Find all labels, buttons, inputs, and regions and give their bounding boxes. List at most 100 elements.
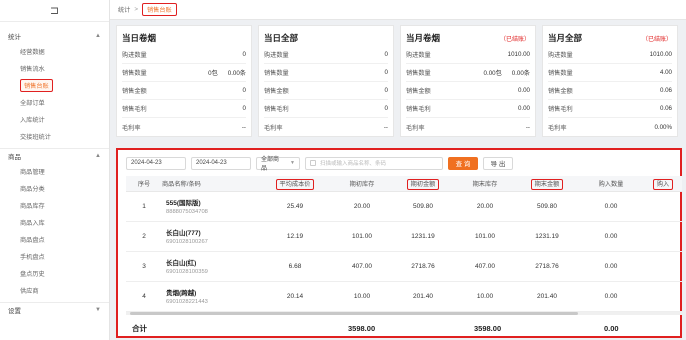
stat-value: 0 xyxy=(384,87,388,94)
card-stat-row: 购进数量 1010.00 xyxy=(548,46,672,64)
product-cell: 长白山(红) 6901028100359 xyxy=(162,251,258,282)
end-date-value: 2024-04-23 xyxy=(196,160,227,166)
stat-values: 1010.00 xyxy=(508,51,530,58)
table-row[interactable]: 4 贵烟(跨越) 6901028221443 20.14 10.00 201.40 10.0… xyxy=(126,281,682,312)
sidebar-section[interactable]: 商品 ▲ xyxy=(0,148,109,163)
sidebar-item-label: 销售台账 xyxy=(20,79,53,92)
totals-label: 合计 xyxy=(132,323,147,333)
sidebar-item[interactable]: 盘点历史 xyxy=(0,265,109,282)
column-header-label: 期末金额 xyxy=(530,178,564,190)
stat-values: 0.06 xyxy=(660,105,672,112)
ledger-table: 序号 商品名称/条码 平均成本价 期初库存 期初金额 期末库存 期末金额 购入数量 购入 1 55… xyxy=(126,176,682,312)
stat-values: -- xyxy=(526,124,530,131)
sidebar-item-label: 全部订单 xyxy=(20,100,45,107)
stat-value: 0.06 xyxy=(659,105,672,112)
chevron-icon: ▼ xyxy=(95,307,101,313)
row-index: 3 xyxy=(126,251,162,282)
sidebar-item[interactable]: 供应商 xyxy=(0,282,109,299)
stat-value: 0 xyxy=(242,51,246,58)
cell-close-amt: 509.80 xyxy=(516,191,578,222)
sidebar-item-label: 经营数据 xyxy=(20,49,45,56)
search-input[interactable]: 扫描或输入商品名称、条码 xyxy=(305,156,443,170)
summary-card: 当日卷烟 购进数量 0 销售数量 0包 0.00条 销售金额 0 销售毛利 0 毛利率 -- xyxy=(116,25,252,137)
sidebar-item[interactable]: 销售台账 xyxy=(0,77,109,94)
category-select[interactable]: 全部商品 ▼ xyxy=(256,156,300,172)
table-row[interactable]: 2 长白山(777) 6901028100267 12.19 101.00 1231.19… xyxy=(126,221,682,252)
stat-value: 0.00 xyxy=(517,87,530,94)
stat-values: 0 xyxy=(243,51,246,58)
product-cell: 长白山(777) 6901028100267 xyxy=(162,221,258,252)
cell-truncated xyxy=(644,221,682,252)
table-row[interactable]: 1 555(国际版) 8888075034708 25.49 20.00 509.80 20… xyxy=(126,191,682,222)
sidebar-item-label: 供应商 xyxy=(20,288,39,295)
stat-label: 购进数量 xyxy=(406,52,431,59)
sidebar-item-label: 销售流水 xyxy=(20,66,45,73)
sidebar-item[interactable]: 入库统计 xyxy=(0,111,109,128)
sidebar-section[interactable]: 设置 ▼ xyxy=(0,302,109,317)
stat-label: 毛利率 xyxy=(548,124,567,132)
cell-open-stock: 20.00 xyxy=(332,191,392,222)
stat-value: 0.00条 xyxy=(227,70,246,77)
sidebar-item[interactable]: 商品库存 xyxy=(0,197,109,214)
sidebar-item[interactable]: 商品分类 xyxy=(0,180,109,197)
sidebar-item[interactable]: 交接班统计 xyxy=(0,128,109,145)
sidebar-section[interactable]: 统计 ▲ xyxy=(0,28,109,43)
stat-value: 0.00% xyxy=(654,123,672,131)
sidebar-item[interactable]: 经营数据 xyxy=(0,43,109,60)
cell-open-stock: 101.00 xyxy=(332,221,392,252)
horizontal-scrollbar[interactable] xyxy=(126,311,682,316)
stat-values: 4.00 xyxy=(660,69,672,76)
stat-label: 毛利率 xyxy=(406,124,425,132)
card-stat-row: 销售毛利 0.00 xyxy=(406,100,530,118)
sidebar-item[interactable]: 销售流水 xyxy=(0,60,109,77)
sidebar: ⊐ 统计 ▲ 经营数据销售流水销售台账全部订单入库统计 交接班统计商品 ▲ 商品管理 商品分… xyxy=(0,0,110,340)
cell-avg-cost: 12.19 xyxy=(258,221,332,252)
breadcrumb-current-tab[interactable]: 销售台账 xyxy=(142,3,177,16)
sidebar-item[interactable]: 全部订单 xyxy=(0,94,109,111)
row-index: 2 xyxy=(126,221,162,252)
query-button[interactable]: 查 询 xyxy=(448,156,478,170)
cell-open-stock: 10.00 xyxy=(332,281,392,312)
column-header-label: 期初库存 xyxy=(349,180,375,188)
sidebar-item[interactable]: 手机盘点 xyxy=(0,248,109,265)
cell-truncated xyxy=(644,191,682,222)
stat-value: 0.06 xyxy=(659,87,672,94)
sidebar-item[interactable]: 商品入库 xyxy=(0,214,109,231)
sidebar-item[interactable]: 商品盘点 xyxy=(0,231,109,248)
stat-value: -- xyxy=(525,123,530,131)
stat-value: -- xyxy=(241,123,246,131)
cell-close-amt: 201.40 xyxy=(516,281,578,312)
stat-label: 销售数量 xyxy=(548,70,573,77)
end-date-picker[interactable]: 2024-04-23 xyxy=(191,156,251,170)
stat-values: 0.06 xyxy=(660,87,672,94)
start-date-picker[interactable]: 2024-04-23 xyxy=(126,156,186,170)
breadcrumb-separator: > xyxy=(134,6,138,13)
stat-label: 销售金额 xyxy=(264,88,289,95)
collapse-menu-icon[interactable]: ⊐ xyxy=(0,0,109,22)
column-header: 平均成本价 xyxy=(258,176,332,192)
table-body: 1 555(国际版) 8888075034708 25.49 20.00 509.80 20… xyxy=(126,191,682,312)
card-title-text: 当月卷烟 xyxy=(406,33,441,43)
stat-label: 销售毛利 xyxy=(548,106,573,113)
sidebar-section-label: 商品 xyxy=(8,154,21,161)
product-cell: 贵烟(跨越) 6901028221443 xyxy=(162,281,258,312)
stat-label: 销售金额 xyxy=(548,88,573,95)
table-row[interactable]: 3 长白山(红) 6901028100359 6.68 407.00 2718.76 407… xyxy=(126,251,682,282)
card-stat-row: 销售毛利 0 xyxy=(264,100,388,118)
breadcrumb-parent[interactable]: 统计 xyxy=(118,5,130,14)
column-header: 购入 xyxy=(644,176,682,192)
export-button[interactable]: 导 出 xyxy=(483,156,513,170)
product-name: 555(国际版) xyxy=(166,200,201,207)
cell-avg-cost: 25.49 xyxy=(258,191,332,222)
card-title-text: 当日全部 xyxy=(264,33,299,43)
stat-label: 购进数量 xyxy=(122,52,147,59)
sidebar-item[interactable]: 商品管理 xyxy=(0,163,109,180)
stat-values: -- xyxy=(242,124,246,131)
cell-in-qty: 0.00 xyxy=(578,281,644,312)
chevron-icon: ▲ xyxy=(95,153,101,159)
stat-values: 0.00包 0.00条 xyxy=(484,68,530,77)
cell-truncated xyxy=(644,281,682,312)
stat-value: 0 xyxy=(384,69,388,76)
card-stat-row: 毛利率 0.00% xyxy=(548,118,672,136)
stat-value: 0.00 xyxy=(517,105,530,112)
